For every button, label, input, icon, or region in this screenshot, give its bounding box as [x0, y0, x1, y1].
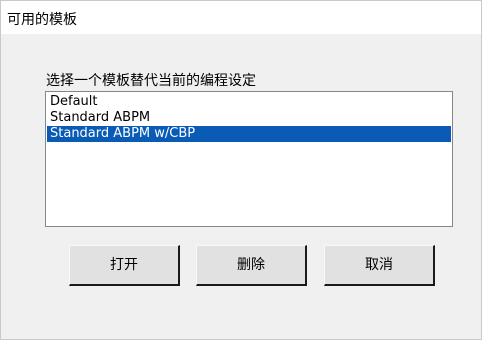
dialog-title: 可用的模板: [7, 12, 77, 28]
template-dialog: 可用的模板 选择一个模板替代当前的编程设定 Default Standard A…: [0, 0, 482, 340]
delete-button[interactable]: 删除: [196, 245, 307, 286]
template-item-default[interactable]: Default: [47, 94, 451, 110]
template-item-standard-abpm-cbp[interactable]: Standard ABPM w/CBP: [47, 126, 451, 142]
title-bar: 可用的模板: [1, 1, 481, 34]
open-button[interactable]: 打开: [69, 245, 180, 286]
template-item-standard-abpm[interactable]: Standard ABPM: [47, 110, 451, 126]
cancel-button[interactable]: 取消: [324, 245, 435, 286]
template-listbox[interactable]: Default Standard ABPM Standard ABPM w/CB…: [45, 91, 453, 227]
instruction-label: 选择一个模板替代当前的编程设定: [46, 73, 256, 89]
